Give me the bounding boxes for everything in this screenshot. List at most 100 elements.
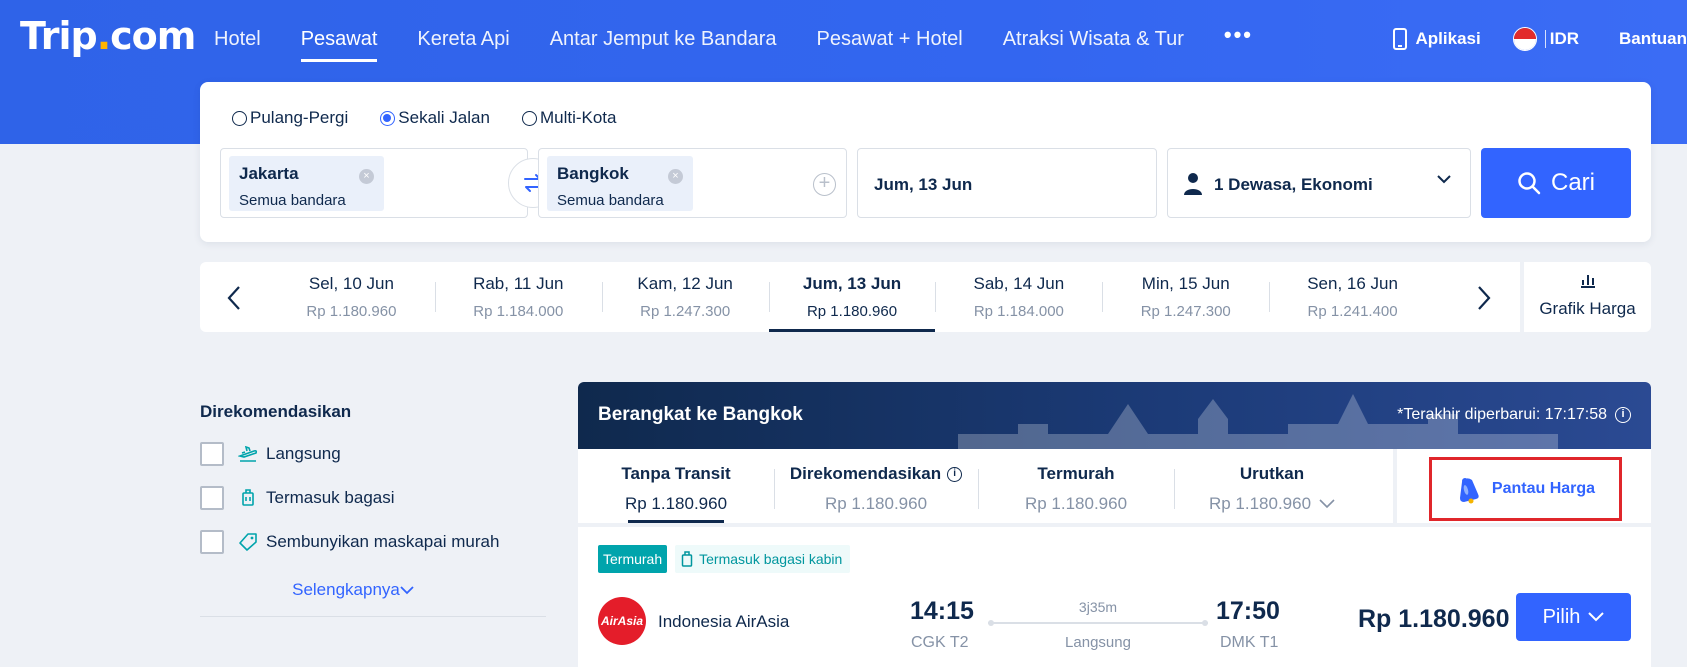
filter-baggage[interactable]: Termasuk bagasi bbox=[200, 486, 546, 510]
price-alert-container: Pantau Harga bbox=[1393, 449, 1651, 527]
date-option[interactable]: Kam, 12 Jun Rp 1.247.300 bbox=[601, 262, 769, 332]
departure-airport: CGK T2 bbox=[911, 634, 969, 651]
flight-search-card: Pulang-Pergi Sekali Jalan Multi-Kota Jak… bbox=[200, 82, 1651, 242]
date-price-strip: Sel, 10 Jun Rp 1.180.960 Rab, 11 Jun Rp 1.… bbox=[200, 262, 1651, 332]
date-option[interactable]: Sab, 14 Jun Rp 1.184.000 bbox=[935, 262, 1102, 332]
show-more-filters-link[interactable]: Selengkapnya bbox=[200, 580, 546, 600]
bell-icon bbox=[1459, 478, 1479, 504]
chevron-down-icon bbox=[400, 586, 414, 595]
date-field[interactable]: Jum, 13 Jun bbox=[857, 148, 1157, 218]
origin-chip: Jakarta Semua bandara × bbox=[229, 156, 384, 211]
results-title: Berangkat ke Bangkok bbox=[598, 404, 803, 425]
search-icon bbox=[1518, 172, 1541, 195]
chevron-left-icon bbox=[227, 286, 240, 310]
divider bbox=[1544, 30, 1546, 48]
date-option[interactable]: Rab, 11 Jun Rp 1.184.000 bbox=[434, 262, 602, 332]
info-icon[interactable]: i bbox=[947, 466, 963, 482]
chevron-right-icon bbox=[1478, 286, 1491, 310]
chevron-down-icon bbox=[1588, 612, 1605, 622]
search-button-label: Cari bbox=[1550, 169, 1595, 196]
last-updated: *Terakhir diperbarui: 17:17:58 i bbox=[1397, 406, 1631, 424]
trip-type-multi-city[interactable]: Multi-Kota bbox=[521, 108, 616, 128]
nav-atraksi[interactable]: Atraksi Wisata & Tur bbox=[1003, 0, 1184, 78]
flight-result-card[interactable]: Termurah Termasuk bagasi kabin AirAsia I… bbox=[578, 527, 1651, 667]
cabin-baggage-badge: Termasuk bagasi kabin bbox=[675, 545, 851, 573]
chevron-down-icon bbox=[1437, 175, 1451, 184]
trip-com-logo[interactable]: Trip.com bbox=[20, 14, 196, 58]
checkbox-hide-low-cost[interactable] bbox=[200, 530, 224, 554]
prev-dates-button[interactable] bbox=[214, 278, 254, 318]
trip-type-options: Pulang-Pergi Sekali Jalan Multi-Kota bbox=[232, 108, 648, 128]
passenger-class: 1 Dewasa, Ekonomi bbox=[1214, 175, 1373, 194]
nav-pesawat[interactable]: Pesawat bbox=[300, 0, 377, 78]
arrival-airport: DMK T1 bbox=[1220, 634, 1279, 651]
date-option[interactable]: Sel, 10 Jun Rp 1.180.960 bbox=[268, 262, 435, 332]
date-option[interactable]: Sen, 16 Jun Rp 1.241.400 bbox=[1269, 262, 1436, 332]
help-link[interactable]: Bantuan bbox=[1619, 29, 1687, 49]
app-link[interactable]: Aplikasi bbox=[1392, 28, 1481, 50]
right-nav: Aplikasi IDR Bantuan bbox=[1392, 0, 1687, 78]
info-icon[interactable]: i bbox=[1615, 407, 1631, 423]
indonesia-flag-icon bbox=[1512, 27, 1537, 51]
destination-airports: Semua bandara bbox=[557, 192, 664, 209]
departure-time: 14:15 bbox=[910, 597, 974, 625]
luggage-icon bbox=[681, 551, 693, 567]
add-destination-icon[interactable]: + bbox=[813, 173, 836, 196]
price-alert-label: Pantau Harga bbox=[1491, 480, 1596, 497]
checkbox-direct[interactable] bbox=[200, 442, 224, 466]
more-menu-icon[interactable]: ••• bbox=[1224, 22, 1253, 48]
checkbox-baggage[interactable] bbox=[200, 486, 224, 510]
cheapest-badge: Termurah bbox=[598, 545, 668, 573]
main-nav: Hotel Pesawat Kereta Api Antar Jemput ke… bbox=[214, 0, 1253, 78]
destination-field[interactable]: Bangkok Semua bandara × + bbox=[538, 148, 847, 218]
airline-name: Indonesia AirAsia bbox=[658, 612, 790, 631]
flight-duration: 3j35m bbox=[1078, 599, 1118, 615]
currency-label: IDR bbox=[1549, 29, 1579, 48]
stops-label: Langsung bbox=[1065, 634, 1131, 651]
next-dates-button[interactable] bbox=[1464, 278, 1504, 318]
results-header: Berangkat ke Bangkok *Terakhir diperbaru… bbox=[578, 382, 1651, 449]
clear-destination-icon[interactable]: × bbox=[668, 169, 683, 184]
radio-round-trip[interactable] bbox=[232, 110, 247, 126]
date-option-selected[interactable]: Jum, 13 Jun Rp 1.180.960 bbox=[768, 262, 936, 332]
user-icon bbox=[1184, 173, 1202, 195]
origin-field[interactable]: Jakarta Semua bandara × bbox=[220, 148, 528, 218]
radio-multi-city[interactable] bbox=[521, 110, 537, 126]
nav-kereta-api[interactable]: Kereta Api bbox=[417, 0, 509, 78]
sort-tabs: Tanpa Transit Rp 1.180.960 Direkomendasi… bbox=[578, 449, 1651, 527]
price-chart-button[interactable]: Grafik Harga bbox=[1524, 262, 1651, 332]
tab-cheapest[interactable]: Termurah Rp 1.180.960 bbox=[978, 449, 1174, 523]
flight-results: Berangkat ke Bangkok *Terakhir diperbaru… bbox=[578, 382, 1651, 667]
passenger-field[interactable]: 1 Dewasa, Ekonomi bbox=[1167, 148, 1471, 218]
filter-hide-low-cost[interactable]: Sembunyikan maskapai murah bbox=[200, 530, 546, 554]
nav-pesawat-hotel[interactable]: Pesawat + Hotel bbox=[817, 0, 963, 78]
select-flight-button[interactable]: Pilih bbox=[1516, 593, 1631, 641]
nav-antar-jemput[interactable]: Antar Jemput ke Bandara bbox=[550, 0, 777, 78]
filter-title: Direkomendasikan bbox=[200, 402, 352, 421]
tab-sort-by[interactable]: Urutkan Rp 1.180.960 bbox=[1174, 449, 1370, 523]
date-option[interactable]: Min, 15 Jun Rp 1.247.300 bbox=[1102, 262, 1269, 332]
destination-chip: Bangkok Semua bandara × bbox=[547, 156, 693, 211]
tab-recommended[interactable]: Direkomendasikan i Rp 1.180.960 bbox=[774, 449, 978, 523]
filter-panel: Direkomendasikan Langsung Termasuk bagas… bbox=[200, 402, 546, 617]
origin-airports: Semua bandara bbox=[239, 192, 346, 209]
price-alert-button[interactable]: Pantau Harga bbox=[1429, 457, 1622, 521]
flight-price: Rp 1.180.960 bbox=[1358, 605, 1510, 633]
plane-takeoff-icon bbox=[238, 446, 258, 462]
currency-selector[interactable]: IDR bbox=[1481, 27, 1579, 51]
filter-direct[interactable]: Langsung bbox=[200, 442, 546, 466]
destination-city: Bangkok bbox=[557, 164, 629, 183]
price-chart-label: Grafik Harga bbox=[1539, 299, 1636, 318]
trip-type-round[interactable]: Pulang-Pergi bbox=[232, 108, 348, 128]
price-tag-icon bbox=[238, 533, 258, 551]
top-navigation-bar: Trip.com Hotel Pesawat Kereta Api Antar … bbox=[0, 0, 1687, 78]
chevron-down-icon bbox=[1319, 499, 1335, 509]
trip-type-one-way[interactable]: Sekali Jalan bbox=[380, 108, 490, 128]
airasia-logo: AirAsia bbox=[598, 597, 646, 645]
radio-one-way[interactable] bbox=[380, 110, 396, 126]
clear-origin-icon[interactable]: × bbox=[359, 169, 374, 184]
flight-route-line bbox=[988, 620, 1208, 626]
search-button[interactable]: Cari bbox=[1481, 148, 1631, 218]
tab-nonstop[interactable]: Tanpa Transit Rp 1.180.960 bbox=[578, 449, 774, 523]
nav-hotel[interactable]: Hotel bbox=[214, 0, 261, 78]
